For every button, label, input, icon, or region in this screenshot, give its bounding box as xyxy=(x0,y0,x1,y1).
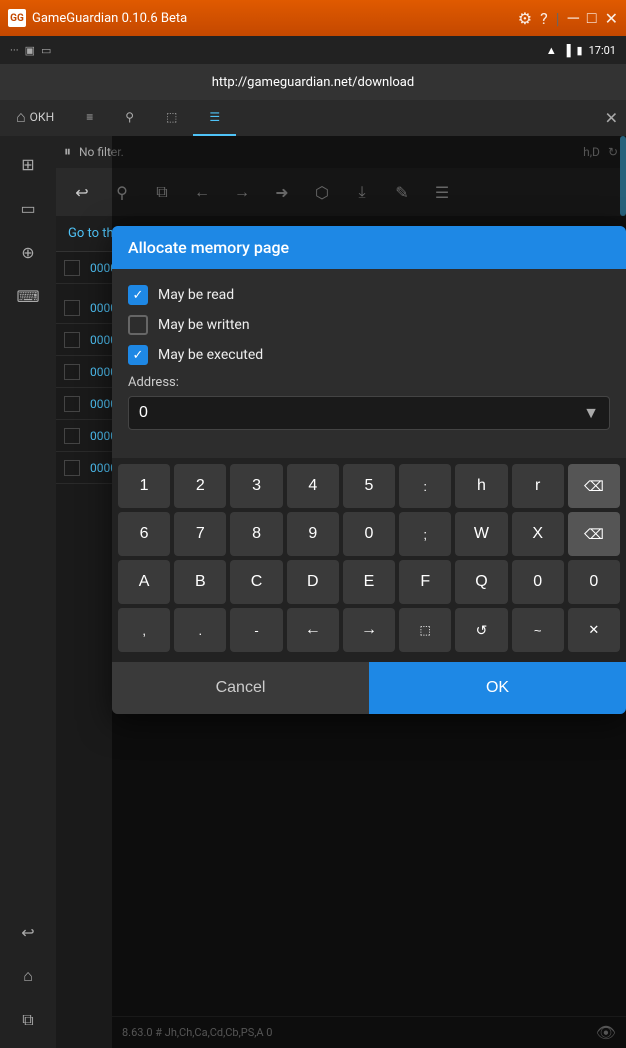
undo-button[interactable]: ↩ xyxy=(64,174,100,210)
key-8[interactable]: 8 xyxy=(230,512,282,556)
cancel-button[interactable]: Cancel xyxy=(112,662,369,714)
tab-okh[interactable]: ⌂ ОКН xyxy=(0,100,70,136)
close-icon[interactable]: ✕ xyxy=(605,9,618,28)
may-executed-row: May be executed xyxy=(128,345,610,365)
key-backspace-2[interactable]: ⌫ xyxy=(568,512,620,556)
status-bar: ··· ▣ ▭ ▲ ▐ ▮ 17:01 xyxy=(0,36,626,64)
settings-icon[interactable]: ⚙ xyxy=(518,9,532,28)
key-4[interactable]: 4 xyxy=(287,464,339,508)
sidebar-btn-back[interactable]: ↩ xyxy=(8,912,48,952)
pause-icon[interactable]: ⏸ xyxy=(64,144,71,160)
key-w[interactable]: W xyxy=(455,512,507,556)
minimize-icon[interactable]: ─ xyxy=(568,8,579,28)
dropdown-arrow-icon[interactable]: ▼ xyxy=(583,403,599,423)
key-0[interactable]: 0 xyxy=(343,512,395,556)
address-input-row[interactable]: ▼ xyxy=(128,396,610,430)
dialog-title: Allocate memory page xyxy=(112,226,626,269)
key-arrow-left[interactable]: ← xyxy=(287,608,339,652)
keyboard-row-1: 1 2 3 4 5 : h r ⌫ xyxy=(118,464,620,508)
key-c[interactable]: C xyxy=(230,560,282,604)
sidebar-btn-screen[interactable]: ▭ xyxy=(8,188,48,228)
may-read-label: May be read xyxy=(158,287,234,303)
ok-button[interactable]: OK xyxy=(369,662,626,714)
may-written-label: May be written xyxy=(158,317,250,333)
key-9[interactable]: 9 xyxy=(287,512,339,556)
key-1[interactable]: 1 xyxy=(118,464,170,508)
may-read-checkbox[interactable] xyxy=(128,285,148,305)
app-icon: GG xyxy=(8,9,26,27)
help-icon[interactable]: ? xyxy=(540,9,548,28)
dialog-body: May be read May be written May be execut… xyxy=(112,269,626,458)
allocate-memory-dialog: Allocate memory page May be read May be … xyxy=(112,226,626,714)
may-read-row: May be read xyxy=(128,285,610,305)
url-bar[interactable]: http://gameguardian.net/download xyxy=(0,64,626,100)
may-written-row: May be written xyxy=(128,315,610,335)
key-comma[interactable]: , xyxy=(118,608,170,652)
key-7[interactable]: 7 xyxy=(174,512,226,556)
signal-icon: ▐ xyxy=(563,44,571,57)
tab-close-icon[interactable]: ✕ xyxy=(605,109,618,128)
key-colon[interactable]: : xyxy=(399,464,451,508)
key-select[interactable]: ⬚ xyxy=(399,608,451,652)
sidebar-btn-keyboard[interactable]: ⌨ xyxy=(8,276,48,316)
key-5[interactable]: 5 xyxy=(343,464,395,508)
keyboard-row-2: 6 7 8 9 0 ; W X ⌫ xyxy=(118,512,620,556)
may-executed-checkbox[interactable] xyxy=(128,345,148,365)
title-bar: GG GameGuardian 0.10.6 Beta ⚙ ? | ─ □ ✕ xyxy=(0,0,626,36)
key-a[interactable]: A xyxy=(118,560,170,604)
address-label: Address: xyxy=(128,375,610,390)
key-6[interactable]: 6 xyxy=(118,512,170,556)
sidebar-btn-zoom[interactable]: ⊕ xyxy=(8,232,48,272)
keyboard-row-3: A B C D E F Q 0 0 xyxy=(118,560,620,604)
key-0-alt2[interactable]: 0 xyxy=(568,560,620,604)
tab-4[interactable]: ⬚ xyxy=(150,100,193,136)
dialog-buttons: Cancel OK xyxy=(112,662,626,714)
tab-bar: ⌂ ОКН ≡ ⚲ ⬚ ☰ ✕ xyxy=(0,100,626,136)
wifi-icon: ▲ xyxy=(546,44,557,57)
key-b[interactable]: B xyxy=(174,560,226,604)
maximize-icon[interactable]: □ xyxy=(587,8,597,28)
sidebar-btn-home[interactable]: ⌂ xyxy=(8,956,48,996)
keyboard-row-4: , . - ← → ⬚ ↺ ~ ✕ xyxy=(118,608,620,652)
app-title: GameGuardian 0.10.6 Beta xyxy=(32,11,512,26)
key-semicolon[interactable]: ; xyxy=(399,512,451,556)
key-d[interactable]: D xyxy=(287,560,339,604)
key-history[interactable]: ↺ xyxy=(455,608,507,652)
tab-2[interactable]: ≡ xyxy=(70,100,109,136)
may-executed-label: May be executed xyxy=(158,347,263,363)
virtual-keyboard: 1 2 3 4 5 : h r ⌫ 6 7 8 xyxy=(112,458,626,662)
time-display: 17:01 xyxy=(589,44,616,57)
key-3[interactable]: 3 xyxy=(230,464,282,508)
modal-overlay: Allocate memory page May be read May be … xyxy=(112,136,626,1048)
dots-icon: ··· xyxy=(10,44,19,57)
key-arrow-right[interactable]: → xyxy=(343,608,395,652)
key-period[interactable]: . xyxy=(174,608,226,652)
battery-icon: ▮ xyxy=(577,44,583,57)
may-written-checkbox[interactable] xyxy=(128,315,148,335)
key-minus[interactable]: - xyxy=(230,608,282,652)
address-input[interactable] xyxy=(139,404,583,422)
key-f[interactable]: F xyxy=(399,560,451,604)
key-e[interactable]: E xyxy=(343,560,395,604)
sidebar: ⊞ ▭ ⊕ ⌨ ↩ ⌂ ⧉ xyxy=(0,136,56,1048)
sidebar-btn-window[interactable]: ⊞ xyxy=(8,144,48,184)
key-2[interactable]: 2 xyxy=(174,464,226,508)
key-h[interactable]: h xyxy=(455,464,507,508)
key-r[interactable]: r xyxy=(512,464,564,508)
tab-3[interactable]: ⚲ xyxy=(109,100,150,136)
screen-icon: ▭ xyxy=(41,44,51,57)
key-x[interactable]: X xyxy=(512,512,564,556)
tab-5[interactable]: ☰ xyxy=(193,100,236,136)
key-cross[interactable]: ✕ xyxy=(568,608,620,652)
window-controls: ⚙ ? | ─ □ ✕ xyxy=(518,8,618,28)
key-tilde[interactable]: ~ xyxy=(512,608,564,652)
sidebar-btn-layers[interactable]: ⧉ xyxy=(8,1000,48,1040)
key-0-alt[interactable]: 0 xyxy=(512,560,564,604)
key-q[interactable]: Q xyxy=(455,560,507,604)
window-icon: ▣ xyxy=(25,44,35,57)
key-backspace-1[interactable]: ⌫ xyxy=(568,464,620,508)
url-text: http://gameguardian.net/download xyxy=(212,75,414,90)
